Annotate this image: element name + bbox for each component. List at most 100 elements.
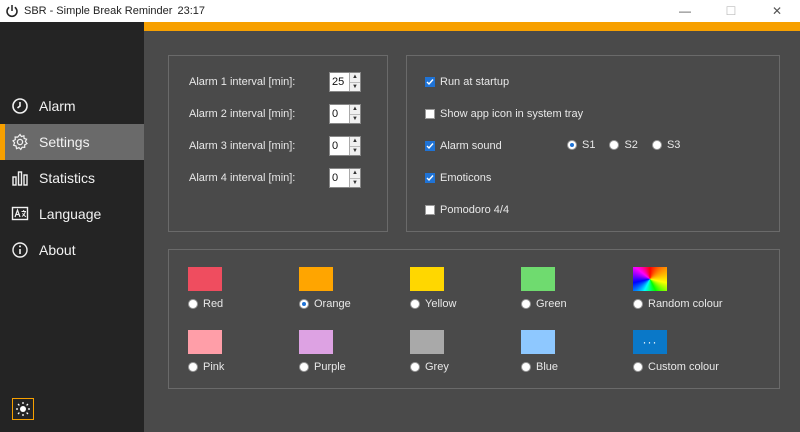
colour-option-green[interactable]: Green bbox=[521, 267, 631, 317]
run-at-startup-checkbox[interactable] bbox=[425, 77, 435, 87]
colour-swatch[interactable] bbox=[410, 267, 444, 291]
sidebar-item-alarm[interactable]: Alarm bbox=[0, 88, 144, 124]
pomodoro-label: Pomodoro 4/4 bbox=[440, 204, 510, 216]
theme-toggle-button[interactable] bbox=[12, 398, 34, 420]
alarm-1-interval-value[interactable]: 25 bbox=[330, 73, 349, 91]
alarm-3-interval-label: Alarm 3 interval [min]: bbox=[189, 140, 296, 152]
colour-radio[interactable] bbox=[521, 362, 531, 372]
colour-option-random[interactable]: Random colour bbox=[633, 267, 743, 317]
colour-radio[interactable] bbox=[633, 362, 643, 372]
sound-s2-radio[interactable] bbox=[609, 140, 620, 150]
colour-label: Custom colour bbox=[648, 361, 719, 373]
alarm-sound-option[interactable]: Alarm sound bbox=[425, 138, 502, 154]
accent-bar bbox=[144, 22, 800, 31]
colour-option-blue[interactable]: Blue bbox=[521, 330, 631, 380]
rainbow-swatch[interactable] bbox=[633, 267, 667, 291]
spin-up-button[interactable]: ▲ bbox=[350, 105, 360, 114]
alarm-4-interval-spinbox[interactable]: 0 ▲ ▼ bbox=[329, 168, 361, 188]
colour-option-yellow[interactable]: Yellow bbox=[410, 267, 520, 317]
custom-colour-button[interactable]: ··· bbox=[633, 330, 667, 354]
show-tray-icon-checkbox[interactable] bbox=[425, 109, 435, 119]
alarm-2-interval-spinbox[interactable]: 0 ▲ ▼ bbox=[329, 104, 361, 124]
sidebar-item-about[interactable]: About bbox=[0, 232, 144, 268]
run-at-startup-option[interactable]: Run at startup bbox=[425, 74, 509, 90]
sun-icon bbox=[16, 402, 30, 416]
alarm-3-interval-value[interactable]: 0 bbox=[330, 137, 349, 155]
sidebar-item-label: Settings bbox=[39, 134, 90, 150]
alarm-4-interval-value[interactable]: 0 bbox=[330, 169, 349, 187]
colour-swatch[interactable] bbox=[299, 267, 333, 291]
minimize-button[interactable]: — bbox=[662, 0, 708, 22]
sound-s2-option[interactable]: S2 bbox=[609, 139, 638, 151]
colour-radio[interactable] bbox=[410, 299, 420, 309]
sound-s3-label: S3 bbox=[666, 139, 681, 151]
sound-s1-label: S1 bbox=[582, 139, 596, 151]
colour-option-custom[interactable]: ··· Custom colour bbox=[633, 330, 743, 380]
spin-up-button[interactable]: ▲ bbox=[350, 137, 360, 146]
colour-radio[interactable] bbox=[521, 299, 531, 309]
sound-s1-option[interactable]: S1 bbox=[567, 139, 595, 151]
colour-radio[interactable] bbox=[299, 299, 309, 309]
sidebar-item-language[interactable]: Language bbox=[0, 196, 144, 232]
colour-label: Blue bbox=[536, 361, 559, 373]
colour-option-red[interactable]: Red bbox=[188, 267, 298, 317]
colour-option-grey[interactable]: Grey bbox=[410, 330, 520, 380]
colour-radio[interactable] bbox=[188, 299, 198, 309]
alarm-4-interval-label: Alarm 4 interval [min]: bbox=[189, 172, 296, 184]
colour-swatch[interactable] bbox=[410, 330, 444, 354]
sidebar-item-statistics[interactable]: Statistics bbox=[0, 160, 144, 196]
pomodoro-option[interactable]: Pomodoro 4/4 bbox=[425, 202, 509, 218]
pomodoro-checkbox[interactable] bbox=[425, 205, 435, 215]
colour-radio[interactable] bbox=[410, 362, 420, 372]
colour-swatch[interactable] bbox=[521, 330, 555, 354]
intervals-panel: Alarm 1 interval [min]: 25 ▲ ▼ Alarm 2 in… bbox=[168, 55, 388, 232]
spin-down-button[interactable]: ▼ bbox=[350, 177, 360, 187]
alarm-sound-label: Alarm sound bbox=[440, 140, 502, 152]
emoticons-checkbox[interactable] bbox=[425, 173, 435, 183]
spin-up-button[interactable]: ▲ bbox=[350, 169, 360, 178]
colour-swatch[interactable] bbox=[188, 330, 222, 354]
sound-s3-option[interactable]: S3 bbox=[651, 139, 681, 151]
alarm-2-interval-row: Alarm 2 interval [min]: 0 ▲ ▼ bbox=[189, 104, 369, 124]
sidebar-item-settings[interactable]: Settings bbox=[0, 124, 144, 160]
alarm-3-interval-row: Alarm 3 interval [min]: 0 ▲ ▼ bbox=[189, 136, 369, 156]
window-controls: — ☐ ✕ bbox=[662, 0, 800, 22]
colour-label: Grey bbox=[425, 361, 449, 373]
close-button[interactable]: ✕ bbox=[754, 0, 800, 22]
colour-label: Green bbox=[536, 298, 567, 310]
alarm-1-interval-spinbox[interactable]: 25 ▲ ▼ bbox=[329, 72, 361, 92]
alarm-sound-checkbox[interactable] bbox=[425, 141, 435, 151]
alarm-3-interval-spinbox[interactable]: 0 ▲ ▼ bbox=[329, 136, 361, 156]
colour-option-orange[interactable]: Orange bbox=[299, 267, 409, 317]
alarm-2-interval-value[interactable]: 0 bbox=[330, 105, 349, 123]
colour-swatch[interactable] bbox=[521, 267, 555, 291]
spin-down-button[interactable]: ▼ bbox=[350, 81, 360, 91]
gear-icon bbox=[11, 133, 29, 151]
alarm-2-interval-label: Alarm 2 interval [min]: bbox=[189, 108, 296, 120]
show-tray-icon-option[interactable]: Show app icon in system tray bbox=[425, 106, 583, 122]
spin-down-button[interactable]: ▼ bbox=[350, 113, 360, 123]
colour-option-purple[interactable]: Purple bbox=[299, 330, 409, 380]
run-at-startup-label: Run at startup bbox=[440, 76, 510, 88]
options-panel: Run at startup Show app icon in system t… bbox=[406, 55, 780, 232]
colour-radio[interactable] bbox=[188, 362, 198, 372]
spin-up-button[interactable]: ▲ bbox=[350, 73, 360, 82]
colour-swatch[interactable] bbox=[299, 330, 333, 354]
colour-radio[interactable] bbox=[299, 362, 309, 372]
maximize-button[interactable]: ☐ bbox=[708, 0, 754, 22]
app-power-icon bbox=[6, 5, 18, 18]
emoticons-option[interactable]: Emoticons bbox=[425, 170, 491, 186]
sidebar-item-label: Language bbox=[39, 206, 102, 222]
show-tray-icon-label: Show app icon in system tray bbox=[440, 108, 584, 120]
colour-radio[interactable] bbox=[633, 299, 643, 309]
sound-s1-radio[interactable] bbox=[567, 140, 577, 150]
colour-swatch[interactable] bbox=[188, 267, 222, 291]
colours-panel: Red Orange Yellow Green Random colour Pi… bbox=[168, 249, 780, 389]
colour-label: Purple bbox=[314, 361, 346, 373]
emoticons-label: Emoticons bbox=[440, 172, 492, 184]
sound-s3-radio[interactable] bbox=[651, 140, 662, 150]
alarm-1-interval-row: Alarm 1 interval [min]: 25 ▲ ▼ bbox=[189, 72, 369, 92]
spin-down-button[interactable]: ▼ bbox=[350, 145, 360, 155]
colour-option-pink[interactable]: Pink bbox=[188, 330, 298, 380]
language-icon bbox=[11, 205, 29, 223]
